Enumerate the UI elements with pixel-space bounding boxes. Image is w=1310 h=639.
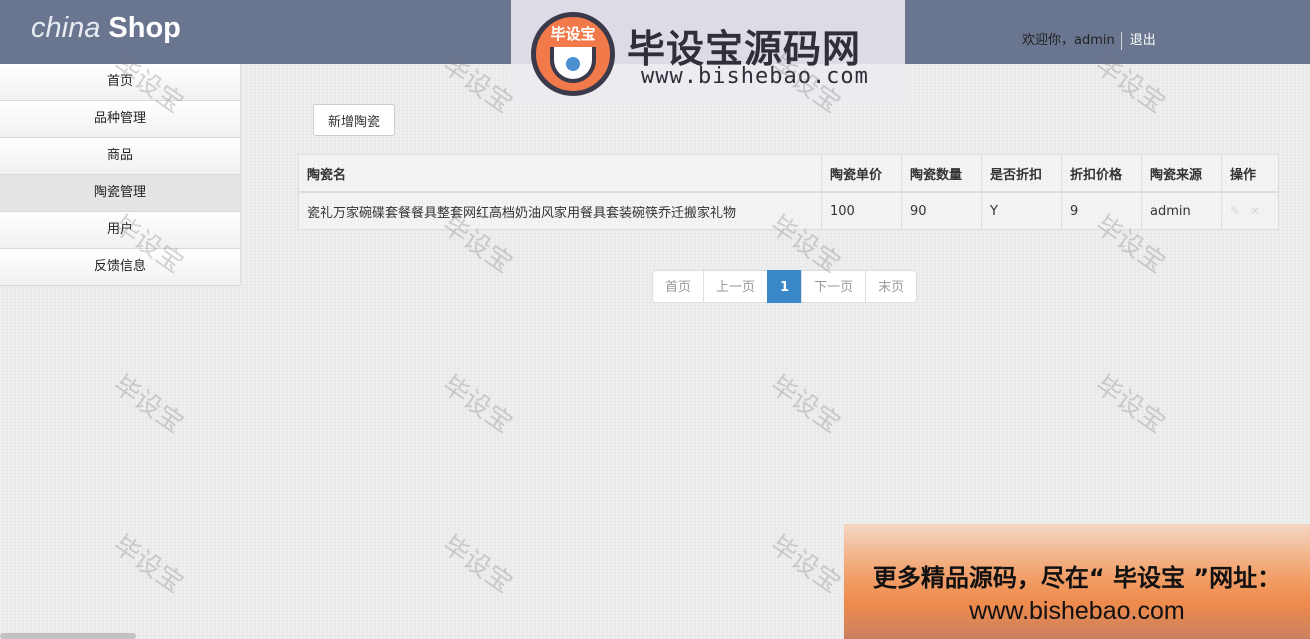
table-header-row: 陶瓷名 陶瓷单价 陶瓷数量 是否折扣 折扣价格 陶瓷来源 操作 xyxy=(298,154,1279,193)
user-area: 欢迎你，admin 退出 xyxy=(1022,29,1156,50)
cell-name: 瓷礼万家碗碟套餐餐具整套网红高档奶油风家用餐具套装碗筷乔迁搬家礼物 xyxy=(298,191,822,230)
watermark: 毕设宝 xyxy=(764,369,846,440)
cell-price: 100 xyxy=(821,191,902,230)
promo-banner: 更多精品源码，尽在“ 毕设宝 ”网址： www.bishebao.com xyxy=(844,524,1310,639)
col-header-source: 陶瓷来源 xyxy=(1141,154,1222,193)
welcome-text: 欢迎你，admin xyxy=(1022,33,1115,48)
promo-line1: 更多精品源码，尽在“ 毕设宝 ”网址： xyxy=(872,564,1282,592)
delete-icon[interactable]: ✕ xyxy=(1250,204,1264,218)
sidebar-item-ceramics[interactable]: 陶瓷管理 xyxy=(0,175,241,212)
page-first-button[interactable]: 首页 xyxy=(652,270,705,303)
col-header-discount-price: 折扣价格 xyxy=(1061,154,1142,193)
logo-badge-icon: 毕设宝 xyxy=(531,12,615,96)
divider xyxy=(1120,31,1122,50)
brand-bold: Shop xyxy=(108,12,181,44)
brand-logo[interactable]: china Shop xyxy=(31,12,181,45)
page-current-button[interactable]: 1 xyxy=(767,270,803,303)
col-header-actions: 操作 xyxy=(1221,154,1279,193)
cell-actions: ✎ ✕ xyxy=(1221,191,1279,230)
watermark: 毕设宝 xyxy=(107,529,189,600)
site-logo-banner: 毕设宝 毕设宝源码网 www.bishebao.com xyxy=(511,0,905,103)
horizontal-scrollbar[interactable] xyxy=(0,633,136,639)
sidebar-item-category[interactable]: 品种管理 xyxy=(0,101,241,138)
page-prev-button[interactable]: 上一页 xyxy=(703,270,769,303)
ceramics-table: 陶瓷名 陶瓷单价 陶瓷数量 是否折扣 折扣价格 陶瓷来源 操作 瓷礼万家碗碟套餐… xyxy=(298,154,1279,230)
page-last-button[interactable]: 末页 xyxy=(865,270,918,303)
logout-link[interactable]: 退出 xyxy=(1130,33,1156,48)
cell-discount: Y xyxy=(981,191,1062,230)
badge-text: 毕设宝 xyxy=(550,25,596,43)
watermark: 毕设宝 xyxy=(436,369,518,440)
sidebar-item-users[interactable]: 用户 xyxy=(0,212,241,249)
watermark: 毕设宝 xyxy=(436,529,518,600)
edit-icon[interactable]: ✎ xyxy=(1230,204,1244,218)
cell-discount-price: 9 xyxy=(1061,191,1142,230)
cell-source: admin xyxy=(1141,191,1222,230)
watermark: 毕设宝 xyxy=(1089,369,1171,440)
col-header-name: 陶瓷名 xyxy=(298,154,822,193)
logo-url: www.bishebao.com xyxy=(641,64,869,89)
col-header-discount: 是否折扣 xyxy=(981,154,1062,193)
promo-line2: www.bishebao.com xyxy=(969,597,1185,625)
sidebar-item-feedback[interactable]: 反馈信息 xyxy=(0,249,241,286)
add-ceramic-button[interactable]: 新增陶瓷 xyxy=(313,104,395,136)
sidebar-item-home[interactable]: 首页 xyxy=(0,64,241,101)
sidebar: 首页 品种管理 商品 陶瓷管理 用户 反馈信息 xyxy=(0,64,241,286)
page-next-button[interactable]: 下一页 xyxy=(801,270,867,303)
badge-dot xyxy=(566,57,580,71)
col-header-quantity: 陶瓷数量 xyxy=(901,154,982,193)
cell-quantity: 90 xyxy=(901,191,982,230)
watermark: 毕设宝 xyxy=(764,529,846,600)
sidebar-item-products[interactable]: 商品 xyxy=(0,138,241,175)
table-row: 瓷礼万家碗碟套餐餐具整套网红高档奶油风家用餐具套装碗筷乔迁搬家礼物 100 90… xyxy=(298,191,1279,230)
watermark: 毕设宝 xyxy=(107,369,189,440)
brand-italic: china xyxy=(31,12,101,44)
col-header-price: 陶瓷单价 xyxy=(821,154,902,193)
pagination: 首页 上一页 1 下一页 末页 xyxy=(652,270,918,303)
